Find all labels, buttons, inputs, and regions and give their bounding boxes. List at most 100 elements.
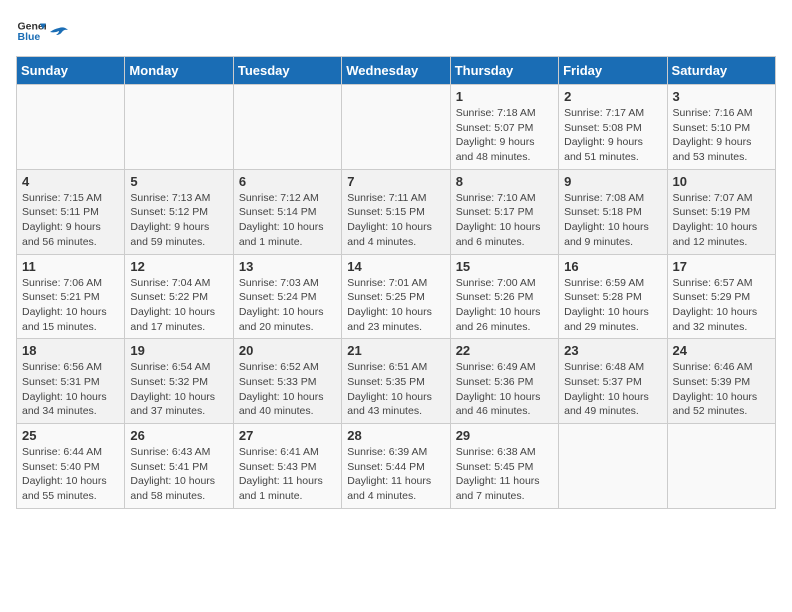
day-info: Sunrise: 6:44 AM Sunset: 5:40 PM Dayligh… bbox=[22, 445, 119, 504]
header-thursday: Thursday bbox=[450, 57, 558, 85]
day-info: Sunrise: 7:10 AM Sunset: 5:17 PM Dayligh… bbox=[456, 191, 553, 250]
calendar-cell: 7 Sunrise: 7:11 AM Sunset: 5:15 PM Daylig… bbox=[342, 169, 450, 254]
day-info: Sunrise: 7:12 AM Sunset: 5:14 PM Dayligh… bbox=[239, 191, 336, 250]
day-info: Sunrise: 6:49 AM Sunset: 5:36 PM Dayligh… bbox=[456, 360, 553, 419]
calendar-cell: 13 Sunrise: 7:03 AM Sunset: 5:24 PM Dayli… bbox=[233, 254, 341, 339]
day-number: 6 bbox=[239, 174, 336, 189]
calendar-cell bbox=[233, 85, 341, 170]
day-info: Sunrise: 6:38 AM Sunset: 5:45 PM Dayligh… bbox=[456, 445, 553, 504]
day-number: 24 bbox=[673, 343, 770, 358]
calendar-cell: 22 Sunrise: 6:49 AM Sunset: 5:36 PM Dayli… bbox=[450, 339, 558, 424]
header-friday: Friday bbox=[559, 57, 667, 85]
day-number: 14 bbox=[347, 259, 444, 274]
day-number: 15 bbox=[456, 259, 553, 274]
day-number: 2 bbox=[564, 89, 661, 104]
day-info: Sunrise: 7:13 AM Sunset: 5:12 PM Dayligh… bbox=[130, 191, 227, 250]
calendar-cell: 23Sunrise: 6:48 AM Sunset: 5:37 PM Dayli… bbox=[559, 339, 667, 424]
day-info: Sunrise: 6:51 AM Sunset: 5:35 PM Dayligh… bbox=[347, 360, 444, 419]
calendar-cell: 27Sunrise: 6:41 AM Sunset: 5:43 PM Dayli… bbox=[233, 424, 341, 509]
calendar-cell: 20 Sunrise: 6:52 AM Sunset: 5:33 PM Dayli… bbox=[233, 339, 341, 424]
day-info: Sunrise: 6:41 AM Sunset: 5:43 PM Dayligh… bbox=[239, 445, 336, 504]
calendar-cell: 28 Sunrise: 6:39 AM Sunset: 5:44 PM Dayli… bbox=[342, 424, 450, 509]
calendar-cell: 8 Sunrise: 7:10 AM Sunset: 5:17 PM Daylig… bbox=[450, 169, 558, 254]
day-info: Sunrise: 6:46 AM Sunset: 5:39 PM Dayligh… bbox=[673, 360, 770, 419]
calendar-cell: 25 Sunrise: 6:44 AM Sunset: 5:40 PM Dayli… bbox=[17, 424, 125, 509]
day-info: Sunrise: 7:11 AM Sunset: 5:15 PM Dayligh… bbox=[347, 191, 444, 250]
calendar-cell bbox=[559, 424, 667, 509]
header-saturday: Saturday bbox=[667, 57, 775, 85]
day-info: Sunrise: 6:43 AM Sunset: 5:41 PM Dayligh… bbox=[130, 445, 227, 504]
calendar-header-row: SundayMondayTuesdayWednesdayThursdayFrid… bbox=[17, 57, 776, 85]
calendar-cell: 2 Sunrise: 7:17 AM Sunset: 5:08 PM Daylig… bbox=[559, 85, 667, 170]
calendar-week-row: 25 Sunrise: 6:44 AM Sunset: 5:40 PM Dayli… bbox=[17, 424, 776, 509]
calendar-cell: 29 Sunrise: 6:38 AM Sunset: 5:45 PM Dayli… bbox=[450, 424, 558, 509]
calendar-cell bbox=[342, 85, 450, 170]
calendar-cell: 16 Sunrise: 6:59 AM Sunset: 5:28 PM Dayli… bbox=[559, 254, 667, 339]
day-number: 26 bbox=[130, 428, 227, 443]
day-number: 22 bbox=[456, 343, 553, 358]
header: General Blue bbox=[16, 16, 776, 46]
day-info: Sunrise: 7:08 AM Sunset: 5:18 PM Dayligh… bbox=[564, 191, 661, 250]
logo-bird-icon bbox=[50, 26, 68, 40]
calendar-cell: 18 Sunrise: 6:56 AM Sunset: 5:31 PM Dayli… bbox=[17, 339, 125, 424]
day-info: Sunrise: 7:07 AM Sunset: 5:19 PM Dayligh… bbox=[673, 191, 770, 250]
day-info: Sunrise: 6:59 AM Sunset: 5:28 PM Dayligh… bbox=[564, 276, 661, 335]
day-number: 8 bbox=[456, 174, 553, 189]
day-number: 25 bbox=[22, 428, 119, 443]
day-number: 13 bbox=[239, 259, 336, 274]
day-info: Sunrise: 7:18 AM Sunset: 5:07 PM Dayligh… bbox=[456, 106, 553, 165]
calendar-week-row: 11Sunrise: 7:06 AM Sunset: 5:21 PM Dayli… bbox=[17, 254, 776, 339]
calendar-cell bbox=[125, 85, 233, 170]
day-number: 21 bbox=[347, 343, 444, 358]
day-info: Sunrise: 6:52 AM Sunset: 5:33 PM Dayligh… bbox=[239, 360, 336, 419]
day-info: Sunrise: 7:16 AM Sunset: 5:10 PM Dayligh… bbox=[673, 106, 770, 165]
calendar-cell: 10Sunrise: 7:07 AM Sunset: 5:19 PM Dayli… bbox=[667, 169, 775, 254]
day-number: 1 bbox=[456, 89, 553, 104]
calendar-cell: 3 Sunrise: 7:16 AM Sunset: 5:10 PM Daylig… bbox=[667, 85, 775, 170]
day-info: Sunrise: 6:54 AM Sunset: 5:32 PM Dayligh… bbox=[130, 360, 227, 419]
day-info: Sunrise: 7:00 AM Sunset: 5:26 PM Dayligh… bbox=[456, 276, 553, 335]
calendar-cell: 12Sunrise: 7:04 AM Sunset: 5:22 PM Dayli… bbox=[125, 254, 233, 339]
header-wednesday: Wednesday bbox=[342, 57, 450, 85]
calendar-week-row: 18 Sunrise: 6:56 AM Sunset: 5:31 PM Dayli… bbox=[17, 339, 776, 424]
day-number: 16 bbox=[564, 259, 661, 274]
day-number: 18 bbox=[22, 343, 119, 358]
svg-text:Blue: Blue bbox=[18, 31, 41, 43]
day-info: Sunrise: 6:57 AM Sunset: 5:29 PM Dayligh… bbox=[673, 276, 770, 335]
day-number: 20 bbox=[239, 343, 336, 358]
calendar-cell: 11Sunrise: 7:06 AM Sunset: 5:21 PM Dayli… bbox=[17, 254, 125, 339]
day-number: 17 bbox=[673, 259, 770, 274]
calendar-table: SundayMondayTuesdayWednesdayThursdayFrid… bbox=[16, 56, 776, 509]
calendar-week-row: 1 Sunrise: 7:18 AM Sunset: 5:07 PM Daylig… bbox=[17, 85, 776, 170]
day-number: 19 bbox=[130, 343, 227, 358]
day-number: 9 bbox=[564, 174, 661, 189]
day-info: Sunrise: 6:56 AM Sunset: 5:31 PM Dayligh… bbox=[22, 360, 119, 419]
day-info: Sunrise: 7:17 AM Sunset: 5:08 PM Dayligh… bbox=[564, 106, 661, 165]
calendar-cell: 4 Sunrise: 7:15 AM Sunset: 5:11 PM Daylig… bbox=[17, 169, 125, 254]
calendar-cell: 26 Sunrise: 6:43 AM Sunset: 5:41 PM Dayli… bbox=[125, 424, 233, 509]
calendar-cell: 9 Sunrise: 7:08 AM Sunset: 5:18 PM Daylig… bbox=[559, 169, 667, 254]
header-sunday: Sunday bbox=[17, 57, 125, 85]
calendar-cell: 19 Sunrise: 6:54 AM Sunset: 5:32 PM Dayli… bbox=[125, 339, 233, 424]
day-number: 29 bbox=[456, 428, 553, 443]
day-info: Sunrise: 7:01 AM Sunset: 5:25 PM Dayligh… bbox=[347, 276, 444, 335]
day-info: Sunrise: 6:39 AM Sunset: 5:44 PM Dayligh… bbox=[347, 445, 444, 504]
day-number: 11 bbox=[22, 259, 119, 274]
day-number: 28 bbox=[347, 428, 444, 443]
calendar-cell: 1 Sunrise: 7:18 AM Sunset: 5:07 PM Daylig… bbox=[450, 85, 558, 170]
day-number: 12 bbox=[130, 259, 227, 274]
header-tuesday: Tuesday bbox=[233, 57, 341, 85]
day-number: 3 bbox=[673, 89, 770, 104]
logo-icon: General Blue bbox=[16, 16, 46, 46]
calendar-cell bbox=[667, 424, 775, 509]
calendar-cell: 24 Sunrise: 6:46 AM Sunset: 5:39 PM Dayli… bbox=[667, 339, 775, 424]
day-number: 4 bbox=[22, 174, 119, 189]
day-info: Sunrise: 7:15 AM Sunset: 5:11 PM Dayligh… bbox=[22, 191, 119, 250]
logo: General Blue bbox=[16, 16, 68, 46]
calendar-cell: 6 Sunrise: 7:12 AM Sunset: 5:14 PM Daylig… bbox=[233, 169, 341, 254]
header-monday: Monday bbox=[125, 57, 233, 85]
day-info: Sunrise: 7:03 AM Sunset: 5:24 PM Dayligh… bbox=[239, 276, 336, 335]
day-number: 23 bbox=[564, 343, 661, 358]
calendar-cell: 21 Sunrise: 6:51 AM Sunset: 5:35 PM Dayli… bbox=[342, 339, 450, 424]
day-number: 7 bbox=[347, 174, 444, 189]
